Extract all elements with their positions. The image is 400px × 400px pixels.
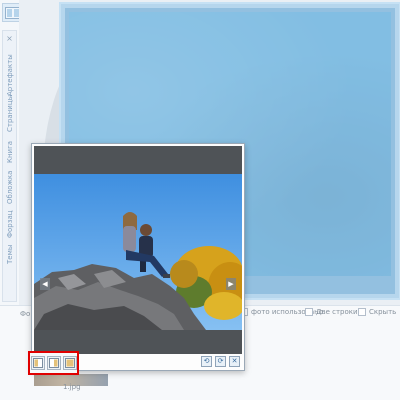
photo-preview-popup: ◀ ▶ ⟲ ⟳ ✕ (31, 143, 245, 371)
tab-themes[interactable]: Темы (6, 244, 14, 266)
place-spread-icon (64, 358, 75, 368)
tab-pages[interactable]: Страницы (6, 95, 14, 134)
place-left-icon (32, 358, 43, 368)
tab-book[interactable]: Книга (6, 139, 14, 165)
placement-buttons-highlight (28, 351, 79, 375)
place-right-icon (48, 358, 59, 368)
rotate-right-icon[interactable]: ⟳ (215, 356, 226, 367)
two-rows-checkbox[interactable] (305, 308, 313, 316)
prev-arrow-icon[interactable]: ◀ (40, 278, 50, 290)
close-preview-icon[interactable]: ✕ (229, 356, 240, 367)
rotate-left-icon[interactable]: ⟲ (201, 356, 212, 367)
tab-endpaper[interactable]: Форзац (6, 210, 14, 240)
preview-actions: ⟲ ⟳ ✕ (201, 356, 240, 367)
tab-cover[interactable]: Обложка (6, 169, 14, 206)
hide-option[interactable]: Скрыть (358, 308, 396, 316)
preview-photo: ◀ ▶ (34, 174, 242, 330)
two-rows-label: Две строки (316, 308, 358, 316)
close-icon[interactable]: × (3, 33, 16, 45)
side-tab-strip: × Артефакты Страницы Книга Обложка Форза… (2, 30, 17, 302)
place-spread-button[interactable] (62, 356, 77, 370)
photos-label: Фо (20, 310, 31, 318)
two-rows-option[interactable]: Две строки (305, 308, 358, 316)
next-arrow-icon[interactable]: ▶ (226, 278, 236, 290)
place-left-button[interactable] (30, 356, 45, 370)
preview-top-band (34, 146, 242, 174)
hide-checkbox[interactable] (358, 308, 366, 316)
hide-label: Скрыть (369, 308, 397, 316)
place-right-button[interactable] (46, 356, 61, 370)
photo-filename: 1.jpg (63, 383, 81, 391)
tab-artifacts[interactable]: Артефакты (6, 54, 14, 98)
